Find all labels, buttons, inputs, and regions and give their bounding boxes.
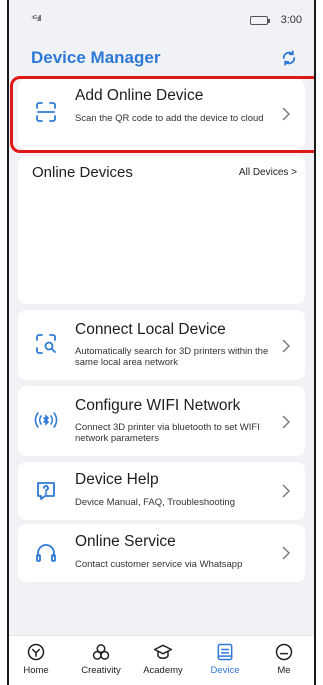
chevron-right-icon	[282, 107, 290, 121]
online-devices-title: Online Devices	[32, 164, 133, 181]
search-scan-icon	[36, 334, 56, 354]
tab-me[interactable]: Me	[257, 642, 311, 676]
configure-wifi-desc: Connect 3D printer via bluetooth to set …	[75, 422, 260, 444]
question-chat-icon	[37, 482, 55, 500]
configure-wifi-card[interactable]: Configure WIFI Network Connect 3D printe…	[18, 386, 305, 456]
device-icon	[217, 643, 233, 661]
connect-local-desc: Automatically search for 3D printers wit…	[75, 346, 269, 368]
battery-icon	[250, 16, 270, 25]
online-service-card[interactable]: Online Service Contact customer service …	[18, 524, 305, 582]
signal-indicator: ⁴ᴳ.ıll	[31, 14, 41, 23]
tab-home[interactable]: Home	[9, 642, 63, 676]
tab-device[interactable]: Device	[195, 642, 255, 676]
add-device-desc: Scan the QR code to add the device to cl…	[75, 113, 264, 124]
tab-device-label: Device	[210, 665, 240, 676]
tab-academy[interactable]: Academy	[133, 642, 193, 676]
chevron-right-icon	[282, 546, 290, 560]
academy-icon	[153, 644, 173, 659]
page-title: Device Manager	[31, 48, 161, 67]
status-time: 3:00	[280, 14, 302, 26]
all-devices-link[interactable]: All Devices >	[239, 167, 297, 178]
tab-academy-label: Academy	[143, 665, 183, 676]
me-icon	[275, 643, 293, 661]
home-icon	[27, 643, 45, 661]
online-devices-card: Online Devices All Devices >	[18, 156, 305, 304]
chevron-right-icon	[282, 339, 290, 353]
device-help-title: Device Help	[75, 471, 159, 488]
status-bar: ⁴ᴳ.ıll 3:00	[9, 0, 314, 40]
bottom-tab-bar: Home Creativity Academy Device Me	[9, 635, 314, 685]
connect-local-device-card[interactable]: Connect Local Device Automatically searc…	[18, 310, 305, 380]
creativity-icon	[92, 644, 110, 660]
connect-local-title: Connect Local Device	[75, 321, 226, 338]
online-service-desc: Contact customer service via Whatsapp	[75, 559, 243, 570]
tab-creativity-label: Creativity	[81, 665, 121, 676]
online-service-title: Online Service	[75, 533, 176, 550]
wifi-bluetooth-icon	[34, 412, 58, 428]
tab-home-label: Home	[23, 665, 49, 676]
device-help-card[interactable]: Device Help Device Manual, FAQ, Troubles…	[18, 462, 305, 520]
tab-me-label: Me	[277, 665, 291, 676]
add-online-device-card[interactable]: Add Online Device Scan the QR code to ad…	[18, 78, 305, 150]
scan-qr-icon	[36, 102, 56, 122]
add-device-title: Add Online Device	[75, 87, 204, 104]
chevron-right-icon	[282, 415, 290, 429]
chevron-right-icon	[282, 484, 290, 498]
configure-wifi-title: Configure WIFI Network	[75, 397, 241, 414]
headset-icon	[36, 544, 56, 562]
device-help-desc: Device Manual, FAQ, Troubleshooting	[75, 497, 236, 508]
phone-screen: ⁴ᴳ.ıll 3:00 Device Manager Add Online De…	[7, 0, 316, 685]
tab-creativity[interactable]: Creativity	[71, 642, 131, 676]
header: Device Manager	[9, 44, 314, 74]
refresh-icon[interactable]	[280, 49, 298, 67]
